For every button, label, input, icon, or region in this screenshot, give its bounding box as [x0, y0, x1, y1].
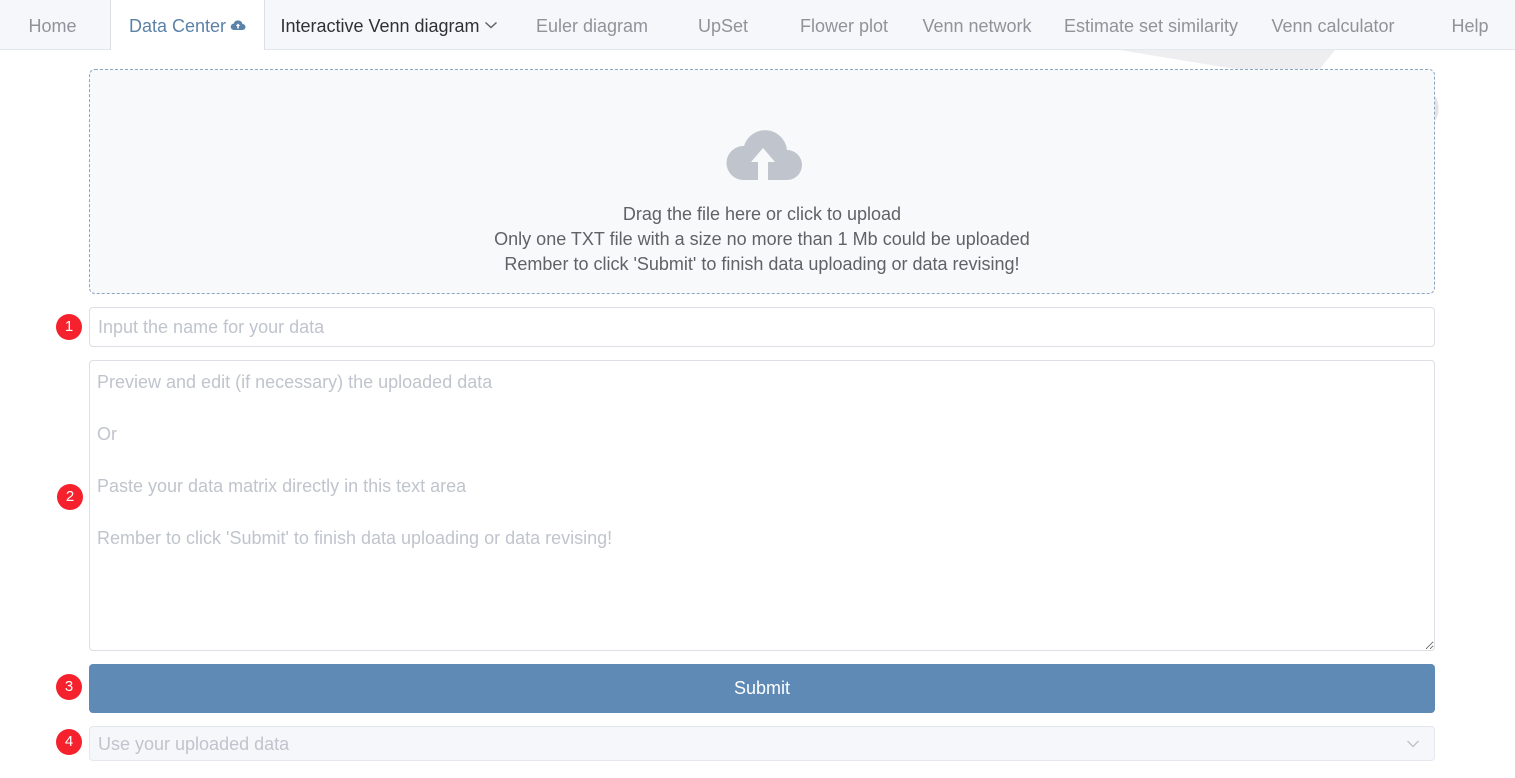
nav-home-label: Home: [28, 16, 77, 36]
data-matrix-textarea[interactable]: [89, 360, 1435, 651]
nav-venn-calculator-label: Venn calculator: [1271, 16, 1395, 36]
top-navigation: Home Data Center Interactive Venn diagra…: [0, 0, 1515, 50]
upload-dropzone[interactable]: Drag the file here or click to upload On…: [89, 69, 1435, 294]
nav-euler-diagram-label: Euler diagram: [535, 16, 649, 36]
step-badge-3: 3: [56, 674, 82, 700]
chevron-down-icon: [1406, 740, 1420, 748]
nav-venn-network[interactable]: Venn network: [912, 0, 1042, 50]
nav-venn-network-label: Venn network: [922, 16, 1032, 36]
nav-interactive-venn[interactable]: Interactive Venn diagram: [268, 0, 510, 50]
submit-button[interactable]: Submit: [89, 664, 1435, 713]
nav-interactive-venn-label: Interactive Venn diagram: [280, 16, 480, 36]
nav-venn-calculator[interactable]: Venn calculator: [1262, 0, 1404, 50]
nav-estimate-set-similarity[interactable]: Estimate set similarity: [1056, 0, 1246, 50]
uploaded-data-select-placeholder: Use your uploaded data: [98, 734, 290, 754]
cloud-upload-icon: [726, 130, 802, 180]
nav-data-center-label: Data Center: [128, 16, 227, 36]
data-name-input[interactable]: [89, 307, 1435, 347]
upload-instruction: Drag the file here or click to upload: [622, 204, 902, 224]
nav-home[interactable]: Home: [0, 0, 105, 50]
nav-data-center[interactable]: Data Center: [110, 0, 265, 50]
nav-help[interactable]: Help: [1436, 0, 1504, 50]
upload-size-limit: Only one TXT file with a size no more th…: [494, 229, 1030, 249]
nav-euler-diagram[interactable]: Euler diagram: [520, 0, 664, 50]
nav-upset-label: UpSet: [697, 16, 749, 36]
nav-flower-plot-label: Flower plot: [799, 16, 889, 36]
uploaded-data-select[interactable]: Use your uploaded data: [89, 726, 1435, 761]
nav-estimate-set-similarity-label: Estimate set similarity: [1063, 16, 1239, 36]
step-badge-2: 2: [57, 484, 83, 510]
step-badge-1: 1: [56, 314, 82, 340]
upload-reminder: Rember to click 'Submit' to finish data …: [504, 254, 1020, 274]
step-badge-4: 4: [56, 729, 82, 755]
nav-help-label: Help: [1451, 16, 1489, 36]
nav-upset[interactable]: UpSet: [680, 0, 766, 50]
nav-flower-plot[interactable]: Flower plot: [786, 0, 902, 50]
cloud-icon: [230, 20, 246, 31]
chevron-down-icon: [484, 22, 497, 29]
